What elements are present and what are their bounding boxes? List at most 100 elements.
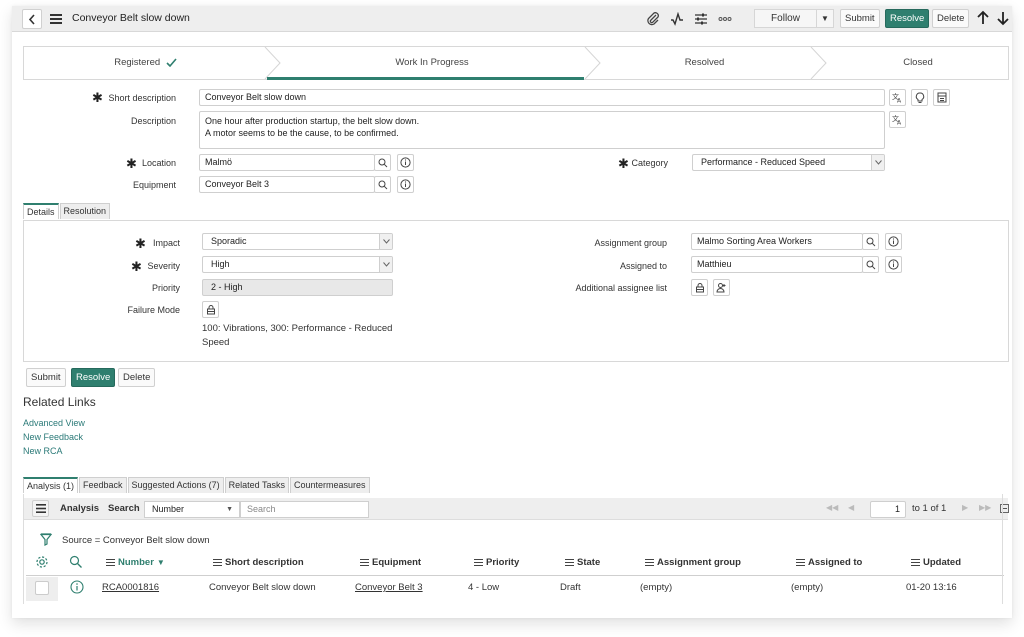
- tab-related-tasks[interactable]: Related Tasks: [224, 477, 289, 493]
- first-page-icon[interactable]: ◀◀: [826, 503, 838, 512]
- equipment-search-button[interactable]: [374, 176, 391, 193]
- assigned-to-input[interactable]: Matthieu: [691, 256, 863, 273]
- paperclip-icon[interactable]: [646, 12, 660, 26]
- location-input[interactable]: Malmö: [199, 154, 375, 171]
- column-header-assignment-group[interactable]: Assignment group: [645, 557, 741, 568]
- next-page-icon[interactable]: ▶: [962, 503, 968, 512]
- search-icon: [866, 237, 875, 246]
- delete-button[interactable]: Delete: [118, 368, 156, 387]
- tab-countermeasures[interactable]: Countermeasures: [289, 477, 370, 493]
- tab-details[interactable]: Details: [23, 203, 59, 219]
- column-header-number[interactable]: Number ▼: [106, 557, 165, 568]
- menu-icon[interactable]: [49, 12, 63, 26]
- severity-select[interactable]: High: [202, 256, 393, 273]
- menu-icon: [35, 504, 46, 513]
- priority-label: Priority: [151, 283, 180, 293]
- template-icon: [937, 92, 946, 103]
- header-delete-button[interactable]: Delete: [932, 9, 970, 28]
- assigned-to-search-button[interactable]: [862, 256, 879, 273]
- advanced-view-link[interactable]: Advanced View: [23, 418, 85, 428]
- location-info-button[interactable]: [397, 154, 414, 171]
- tab-feedback[interactable]: Feedback: [79, 477, 127, 493]
- column-menu-icon[interactable]: [796, 559, 805, 566]
- info-icon[interactable]: [70, 580, 84, 594]
- column-menu-icon[interactable]: [106, 559, 115, 566]
- add-me-button[interactable]: [713, 279, 730, 296]
- description-translate-button[interactable]: 文A: [889, 111, 906, 128]
- unlock-icon: [695, 283, 704, 293]
- activity-icon[interactable]: [670, 12, 684, 26]
- assignment-group-input[interactable]: Malmo Sorting Area Workers: [691, 233, 863, 250]
- short-description-label: Short description: [108, 93, 176, 103]
- filter-breadcrumb[interactable]: Source = Conveyor Belt slow down: [62, 535, 210, 546]
- arrow-down-icon[interactable]: [996, 10, 1010, 26]
- impact-select[interactable]: Sporadic: [202, 233, 393, 250]
- prev-page-icon[interactable]: ◀: [848, 503, 854, 512]
- tab-suggested-actions[interactable]: Suggested Actions (7): [127, 477, 224, 493]
- list-menu-button[interactable]: [32, 500, 49, 517]
- follow-dropdown-button[interactable]: ▼: [816, 9, 834, 28]
- tab-analysis[interactable]: Analysis (1): [23, 477, 79, 493]
- column-header-priority[interactable]: Priority: [474, 557, 519, 568]
- form-header: Conveyor Belt slow down Follow ▼ Submit …: [12, 6, 1012, 32]
- row-number-link[interactable]: RCA0001816: [102, 582, 159, 593]
- tab-resolution[interactable]: Resolution: [59, 203, 111, 219]
- new-feedback-link[interactable]: New Feedback: [23, 432, 83, 442]
- column-header-short-description[interactable]: Short description: [213, 557, 304, 568]
- related-links-heading: Related Links: [23, 395, 96, 409]
- column-menu-icon[interactable]: [213, 559, 222, 566]
- row-assigned-to: (empty): [791, 582, 824, 593]
- chevron-down-icon: [379, 234, 392, 249]
- resolve-button[interactable]: Resolve: [71, 368, 116, 387]
- failure-mode-value: 100: Vibrations, 300: Performance - Redu…: [202, 322, 392, 350]
- assignment-group-search-button[interactable]: [862, 233, 879, 250]
- assigned-to-label: Assigned to: [619, 261, 667, 271]
- translate-button[interactable]: 文A: [889, 89, 906, 106]
- new-rca-link[interactable]: New RCA: [23, 446, 63, 456]
- column-header-state[interactable]: State: [565, 557, 600, 568]
- submit-button[interactable]: Submit: [26, 368, 66, 387]
- column-menu-icon[interactable]: [645, 559, 654, 566]
- gear-icon[interactable]: [35, 555, 49, 569]
- list-search-input[interactable]: Search: [240, 501, 369, 518]
- failure-mode-unlock-button[interactable]: [202, 301, 219, 318]
- description-textarea[interactable]: One hour after production startup, the b…: [199, 111, 885, 149]
- column-header-equipment[interactable]: Equipment: [360, 557, 421, 568]
- header-resolve-button[interactable]: Resolve: [885, 9, 930, 28]
- arrow-up-icon[interactable]: [976, 10, 990, 26]
- template-button[interactable]: [933, 89, 950, 106]
- severity-label: Severity: [147, 261, 180, 271]
- column-menu-icon[interactable]: [565, 559, 574, 566]
- section-tabs: Details Resolution: [23, 203, 111, 219]
- column-header-updated[interactable]: Updated: [911, 557, 961, 568]
- assigned-to-info-button[interactable]: [885, 256, 902, 273]
- short-description-input[interactable]: Conveyor Belt slow down: [199, 89, 885, 106]
- header-submit-button[interactable]: Submit: [840, 9, 880, 28]
- equipment-input[interactable]: Conveyor Belt 3: [199, 176, 375, 193]
- additional-assignee-unlock-button[interactable]: [691, 279, 708, 296]
- suggestion-button[interactable]: [911, 89, 928, 106]
- more-icon[interactable]: [718, 12, 732, 26]
- column-header-assigned-to[interactable]: Assigned to: [796, 557, 862, 568]
- page-number-input[interactable]: 1: [870, 501, 906, 518]
- row-checkbox[interactable]: [35, 581, 49, 595]
- assignment-group-info-button[interactable]: [885, 233, 902, 250]
- row-equipment-link[interactable]: Conveyor Belt 3: [355, 582, 423, 593]
- search-icon: [378, 180, 387, 189]
- impact-label: Impact: [152, 238, 180, 248]
- back-button[interactable]: [22, 9, 42, 29]
- filter-icon[interactable]: [40, 533, 52, 546]
- column-menu-icon[interactable]: [911, 559, 920, 566]
- search-field-select[interactable]: Number ▼: [144, 501, 240, 518]
- settings-sliders-icon[interactable]: [694, 12, 708, 26]
- category-select[interactable]: Performance - Reduced Speed: [692, 154, 885, 171]
- last-page-icon[interactable]: ▶▶: [979, 503, 991, 512]
- equipment-info-button[interactable]: [397, 176, 414, 193]
- search-icon[interactable]: [69, 555, 83, 569]
- follow-button[interactable]: Follow: [754, 9, 816, 28]
- failure-mode-text: 100: Vibrations, 300: Performance - Redu…: [202, 323, 393, 334]
- column-menu-icon[interactable]: [474, 559, 483, 566]
- location-search-button[interactable]: [374, 154, 391, 171]
- form-window: Conveyor Belt slow down Follow ▼ Submit …: [12, 6, 1012, 618]
- column-menu-icon[interactable]: [360, 559, 369, 566]
